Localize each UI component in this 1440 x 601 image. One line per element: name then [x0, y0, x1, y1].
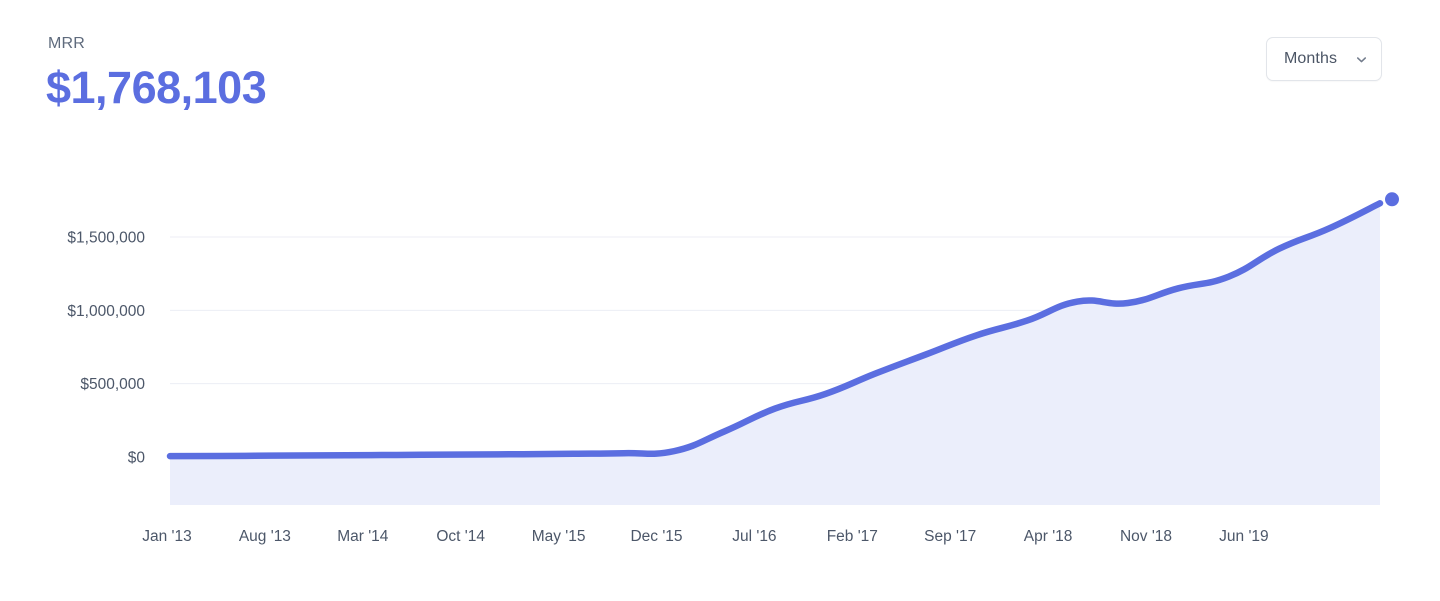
mrr-chart-card: MRR $1,768,103 Months $0 $500,000 $1,000,0… — [0, 0, 1440, 601]
y-axis-tick-label: $1,500,000 — [67, 230, 145, 247]
x-axis-tick-label: Jan '13 — [142, 528, 192, 545]
y-axis-tick-label: $500,000 — [80, 376, 145, 393]
x-axis-tick-label: Aug '13 — [239, 528, 291, 545]
y-axis-tick-label: $0 — [128, 450, 146, 467]
x-axis-tick-label: Nov '18 — [1120, 528, 1172, 545]
x-axis-ticks: Jan '13 Aug '13 Mar '14 Oct '14 May '15 Dec '… — [142, 528, 1268, 545]
chart-plot-area: $0 $500,000 $1,000,000 $1,500,000 Jan '13 Au… — [0, 130, 1440, 601]
x-axis-tick-label: Jul '16 — [732, 528, 776, 545]
chart-header: MRR $1,768,103 Months — [0, 0, 1440, 130]
range-select-dropdown[interactable]: Months — [1266, 37, 1382, 81]
y-axis-ticks: $0 $500,000 $1,000,000 $1,500,000 — [67, 230, 145, 467]
x-axis-tick-label: May '15 — [532, 528, 586, 545]
metric-label: MRR — [48, 35, 86, 52]
chevron-down-icon — [1355, 53, 1368, 66]
x-axis-tick-label: Feb '17 — [827, 528, 878, 545]
x-axis-tick-label: Sep '17 — [924, 528, 976, 545]
series-endpoint-dot — [1385, 192, 1399, 207]
y-axis-tick-label: $1,000,000 — [67, 303, 145, 320]
mrr-area-chart: $0 $500,000 $1,000,000 $1,500,000 Jan '13 Au… — [67, 192, 1399, 545]
x-axis-tick-label: Jun '19 — [1219, 528, 1269, 545]
x-axis-tick-label: Dec '15 — [630, 528, 682, 545]
x-axis-tick-label: Apr '18 — [1024, 528, 1073, 545]
series-area-fill — [170, 203, 1380, 505]
x-axis-tick-label: Oct '14 — [436, 528, 485, 545]
metric-value: $1,768,103 — [46, 62, 267, 113]
x-axis-tick-label: Mar '14 — [337, 528, 389, 545]
range-select-value: Months — [1284, 50, 1338, 67]
